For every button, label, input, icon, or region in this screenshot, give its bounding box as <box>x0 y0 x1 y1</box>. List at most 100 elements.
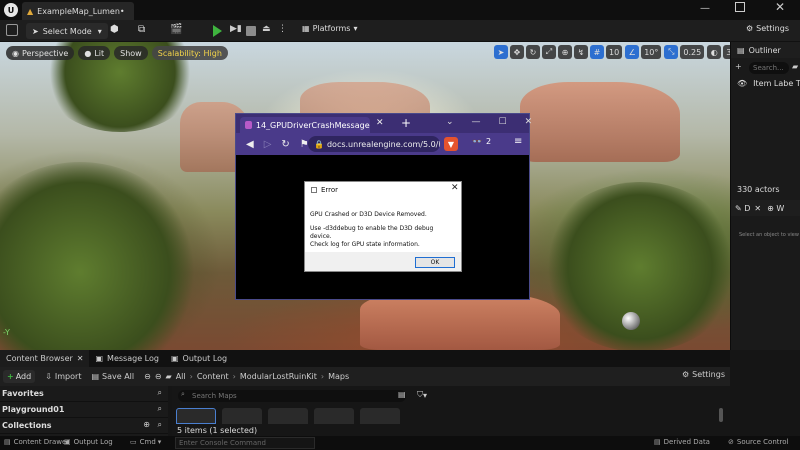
grid-snap-icon[interactable]: # <box>590 45 604 59</box>
chevron-down-icon[interactable]: ⌄ <box>446 117 454 127</box>
world-icon[interactable]: ⊕ <box>558 45 572 59</box>
extension-button[interactable]: 👓 2 <box>472 137 491 146</box>
tab-output-log[interactable]: ▣ Output Log <box>165 350 233 367</box>
axis-indicator: -Y <box>3 328 10 337</box>
lit-button[interactable]: ● Lit <box>78 46 111 60</box>
breadcrumb-modularlostruinkit[interactable]: ModularLostRuinKit <box>240 372 317 381</box>
level-tab[interactable]: ▲ ExampleMap_Lumen• <box>22 2 134 20</box>
save-search-icon[interactable]: ▤ <box>398 390 406 399</box>
dialog-title: Error <box>321 185 339 194</box>
menu-icon[interactable]: ≡ <box>514 136 522 147</box>
add-label: Add <box>15 372 32 381</box>
save-all-button[interactable]: ▤ Save All <box>91 372 134 381</box>
folder-icon[interactable]: ▰ <box>166 372 172 381</box>
outliner-search-input[interactable]: Search... <box>749 62 789 74</box>
import-button[interactable]: ⇩ Import <box>45 372 81 381</box>
skip-icon[interactable]: ▶▮ <box>230 24 242 34</box>
add-actor-icon[interactable]: ⬢ <box>110 24 119 35</box>
asset-thumbnail[interactable] <box>176 408 216 424</box>
forward-icon[interactable]: ▷ <box>264 139 272 150</box>
grid-snap-value[interactable]: 10 <box>606 45 623 59</box>
reload-icon[interactable]: ↻ <box>281 139 289 150</box>
source-control-button[interactable]: ⊘ Source Control <box>728 438 788 446</box>
back-icon[interactable]: ◀ <box>246 139 254 150</box>
content-drawer-button[interactable]: ▤ Content Drawer <box>4 438 69 446</box>
brave-shield-icon[interactable]: ▼ <box>444 137 458 151</box>
close-tab-icon[interactable]: ✕ <box>376 118 384 128</box>
back-icon[interactable]: ⊖ <box>144 372 151 381</box>
asset-thumbnail[interactable] <box>268 408 308 424</box>
camera-speed-value[interactable]: 3 <box>723 45 730 59</box>
scale-snap-value[interactable]: 0.25 <box>680 45 705 59</box>
content-browser-settings-button[interactable]: ⚙ Settings <box>682 370 725 379</box>
select-tool-icon[interactable]: ➤ <box>494 45 508 59</box>
eject-icon[interactable]: ⏏ <box>262 24 271 34</box>
project-section[interactable]: Playground01 ⌕ <box>0 402 168 418</box>
asset-thumbnail[interactable] <box>360 408 400 424</box>
tab-details[interactable]: ✎ D <box>735 204 750 213</box>
close-window-icon[interactable]: ✕ <box>775 0 785 14</box>
close-window-icon[interactable]: ✕ <box>525 117 533 127</box>
rotation-snap-value[interactable]: 10° <box>641 45 662 59</box>
breadcrumb-maps[interactable]: Maps <box>328 372 349 381</box>
asset-search-input[interactable]: Search Maps <box>178 390 406 402</box>
filter-button[interactable]: ⛉ ▾ <box>417 390 427 400</box>
tab-content-browser[interactable]: Content Browser ✕ <box>0 350 90 367</box>
play-icon[interactable] <box>213 25 222 37</box>
breadcrumb-content[interactable]: Content <box>197 372 229 381</box>
output-log-button[interactable]: ▣ Output Log <box>64 438 113 446</box>
rotation-snap-icon[interactable]: ∠ <box>625 45 640 59</box>
scale-tool-icon[interactable]: ⤢ <box>542 45 556 59</box>
cmd-dropdown[interactable]: ▭ Cmd ▾ <box>130 438 161 446</box>
perspective-button[interactable]: ◉ Perspective <box>6 46 75 60</box>
asset-thumbnail[interactable] <box>314 408 354 424</box>
blueprint-icon[interactable]: ⧉ <box>138 24 145 35</box>
add-filter-icon[interactable]: + <box>735 62 742 71</box>
close-icon[interactable]: ✕ <box>754 204 761 213</box>
surface-snap-icon[interactable]: ↯ <box>574 45 588 59</box>
browser-tab[interactable]: 14_GPUDriverCrashMessage.web <box>240 117 370 133</box>
translate-tool-icon[interactable]: ✥ <box>510 45 524 59</box>
collections-section[interactable]: Collections ⊕ ⌕ <box>0 418 168 434</box>
cinematics-icon[interactable]: 🎬 <box>170 24 182 35</box>
scrollbar[interactable] <box>719 408 723 422</box>
new-tab-icon[interactable]: + <box>401 116 411 130</box>
search-icon[interactable]: ⌕ <box>158 404 162 414</box>
platforms-dropdown[interactable]: ▦ Platforms ▾ <box>302 24 357 33</box>
favorites-section[interactable]: Favorites ⌕ <box>0 386 168 402</box>
folder-icon[interactable]: ▰ <box>792 62 798 71</box>
add-button[interactable]: + Add <box>3 370 36 383</box>
tab-world[interactable]: ⊕ W <box>767 204 784 213</box>
maximize-icon[interactable] <box>735 2 745 12</box>
address-bar[interactable]: 🔒 docs.unrealengine.com/5.0/Ima... <box>308 136 440 152</box>
camera-speed-icon[interactable]: ◐ <box>707 45 722 59</box>
stop-icon[interactable] <box>246 26 256 36</box>
console-input[interactable]: Enter Console Command <box>175 437 315 449</box>
maximize-icon[interactable]: ☐ <box>499 117 507 127</box>
breadcrumb-all[interactable]: All <box>176 372 186 381</box>
dialog-close-icon[interactable]: ✕ <box>451 183 459 193</box>
show-button[interactable]: Show <box>114 46 148 60</box>
scalability-badge[interactable]: Scalability: High <box>151 46 228 60</box>
derived-data-button[interactable]: ▤ Derived Data <box>654 438 710 446</box>
ok-button[interactable]: OK <box>415 257 455 268</box>
asset-thumbnail[interactable] <box>222 408 262 424</box>
select-mode-dropdown[interactable]: ➤ Select Mode ▾ <box>26 23 108 39</box>
more-options-icon[interactable]: ⋮ <box>278 24 287 34</box>
tab-message-log[interactable]: ▣ Message Log <box>89 350 164 367</box>
settings-button[interactable]: ⚙ Settings <box>746 24 789 33</box>
add-collection-icon[interactable]: ⊕ <box>143 420 150 429</box>
minimize-icon[interactable]: — <box>472 117 481 127</box>
message-log-icon: ▣ <box>95 354 104 363</box>
unreal-logo-icon[interactable]: U <box>4 3 18 17</box>
search-icon[interactable]: ⌕ <box>158 388 162 398</box>
output-log-label: Output Log <box>73 438 113 446</box>
search-icon[interactable]: ⌕ <box>158 420 162 430</box>
close-icon[interactable]: ✕ <box>77 354 84 363</box>
minimize-icon[interactable]: — <box>700 3 710 14</box>
forward-icon[interactable]: ⊖ <box>155 372 162 381</box>
rotate-tool-icon[interactable]: ↻ <box>526 45 540 59</box>
scale-snap-icon[interactable]: ⤡ <box>664 45 679 59</box>
save-icon[interactable] <box>6 24 18 36</box>
outliner-column-header[interactable]: 👁 Item Labe T <box>737 79 800 88</box>
